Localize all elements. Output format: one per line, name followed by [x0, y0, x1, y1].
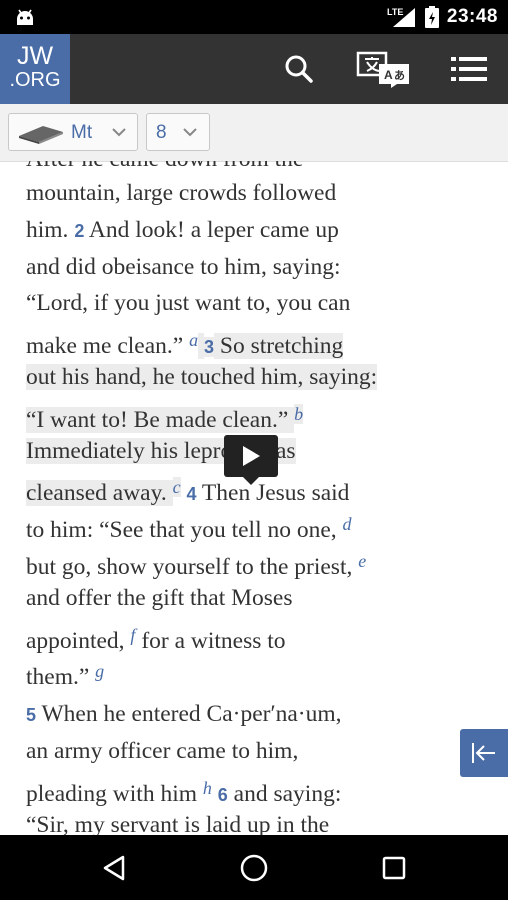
jw-org-logo[interactable]: JW .ORG [0, 34, 70, 104]
scripture-text: him. [26, 216, 75, 243]
status-time: 23:48 [446, 6, 498, 27]
footnote-marker[interactable]: c [172, 477, 181, 498]
bible-navigation-bar: Mt 8 [0, 104, 508, 162]
scripture-line: out his hand, he touched him, saying: [26, 362, 378, 392]
verse-number[interactable]: 2 [74, 221, 84, 241]
play-video-button[interactable] [224, 435, 278, 485]
scripture-text: to him: “See that you tell no one, [26, 517, 343, 544]
search-icon [285, 55, 313, 83]
scripture-line: to him: “See that you tell no one, d [26, 509, 352, 543]
home-icon [240, 854, 268, 881]
scripture-line: “Lord, if you just want to, you can [26, 288, 350, 318]
home-button[interactable] [214, 835, 294, 900]
menu-icon [451, 57, 487, 81]
menu-button[interactable] [446, 34, 492, 104]
chapter-selector[interactable]: 8 [146, 113, 210, 151]
footnote-marker[interactable]: e [358, 551, 366, 571]
battery-icon [424, 6, 439, 28]
cutoff-line: After he came down from the [26, 161, 303, 174]
highlighted-text: So stretching [214, 333, 344, 360]
scripture-text: an army officer came to him, [26, 738, 299, 764]
recents-icon [382, 856, 406, 879]
collapse-sidebar-button[interactable] [460, 729, 508, 777]
translate-icon: A あ [356, 51, 409, 88]
scripture-text: them.” [26, 664, 96, 691]
scripture-line: them.” g [26, 656, 104, 690]
footnote-marker[interactable]: h [203, 778, 212, 798]
collapse-sidebar-icon [472, 743, 495, 763]
logo-line-2: .ORG [9, 69, 61, 91]
play-icon [243, 446, 260, 466]
scripture-text: Then Jesus said [196, 480, 350, 507]
scripture-line: and offer the gift that Moses [26, 583, 293, 613]
scripture-line: make me clean.” a 3 So stretching [26, 325, 344, 360]
footnote-marker[interactable]: g [95, 661, 104, 681]
language-button[interactable]: A あ [352, 34, 414, 104]
android-notification-icon [17, 9, 33, 25]
search-button[interactable] [278, 34, 320, 104]
scripture-text: for a witness to [135, 627, 286, 654]
scripture-text: mountain, large crowds followed [26, 180, 337, 206]
recents-button[interactable] [354, 835, 434, 900]
scripture-text: but go, show yourself to the priest, [26, 554, 359, 580]
scripture-text: and offer the gift that Moses [26, 584, 293, 611]
scripture-line: him. 2 And look! a leper came up [26, 215, 339, 245]
book-selector-label: Mt [71, 122, 93, 143]
book-icon [19, 126, 63, 144]
chevron-down-icon [183, 128, 197, 137]
scripture-line: pleading with him h 6 and saying: [26, 773, 341, 807]
logo-line-1: JW [16, 42, 54, 70]
svg-text:A: A [384, 68, 393, 82]
verse-number[interactable]: 6 [218, 785, 228, 805]
scripture-text: and did obeisance to him, saying: [26, 253, 341, 280]
svg-text:LTE: LTE [387, 7, 403, 17]
chevron-down-icon [112, 128, 126, 137]
footnote-marker[interactable]: d [343, 514, 352, 534]
book-selector[interactable]: Mt [8, 113, 138, 151]
verse-number[interactable]: 4 [186, 484, 196, 504]
scripture-line: cleansed away. c 4 Then Jesus said [26, 472, 349, 507]
chapter-selector-label: 8 [156, 122, 167, 143]
app-toolbar [0, 34, 508, 104]
status-bar: LTE 23:48 [0, 0, 508, 34]
highlighted-text: out his hand, he touched him, saying: [26, 364, 378, 390]
lte-signal-icon: LTE [387, 7, 415, 27]
scripture-line: an army officer came to him, [26, 736, 298, 766]
scripture-line: but go, show yourself to the priest, e [26, 546, 366, 580]
highlighted-text: “I want to! Be made clean.” [26, 406, 295, 433]
scripture-text: And look! a leper came up [84, 216, 339, 243]
footnote-marker[interactable]: b [294, 403, 304, 424]
scripture-text: pleading with him [26, 780, 203, 807]
back-button[interactable] [74, 835, 154, 900]
back-icon [103, 855, 125, 880]
verse-number[interactable]: 3 [203, 337, 214, 358]
scripture-text: appointed, [26, 627, 131, 654]
highlighted-text: cleansed away. [26, 480, 173, 507]
system-navigation-bar [0, 835, 508, 900]
scripture-text: “Sir, my servant is laid up in the [26, 811, 330, 835]
verse-number[interactable]: 5 [26, 705, 36, 725]
scripture-line: “Sir, my servant is laid up in the [26, 810, 329, 835]
scripture-text: and saying: [227, 780, 342, 807]
scripture-line: and did obeisance to him, saying: [26, 252, 341, 282]
scripture-line: 5 When he entered Ca·per′na·um, [26, 699, 342, 729]
scripture-text: When he entered Ca·per′na·um, [36, 701, 342, 728]
svg-text:あ: あ [394, 69, 405, 82]
scripture-content[interactable]: After he came down from the mountain, la… [0, 161, 508, 835]
footnote-marker[interactable]: a [189, 330, 198, 350]
scripture-text: make me clean.” [26, 333, 190, 360]
scripture-text: “Lord, if you just want to, you can [26, 290, 351, 317]
scripture-line: mountain, large crowds followed [26, 178, 336, 208]
scripture-line: “I want to! Be made clean.” b [26, 399, 304, 433]
scripture-line: appointed, f for a witness to [26, 620, 286, 654]
